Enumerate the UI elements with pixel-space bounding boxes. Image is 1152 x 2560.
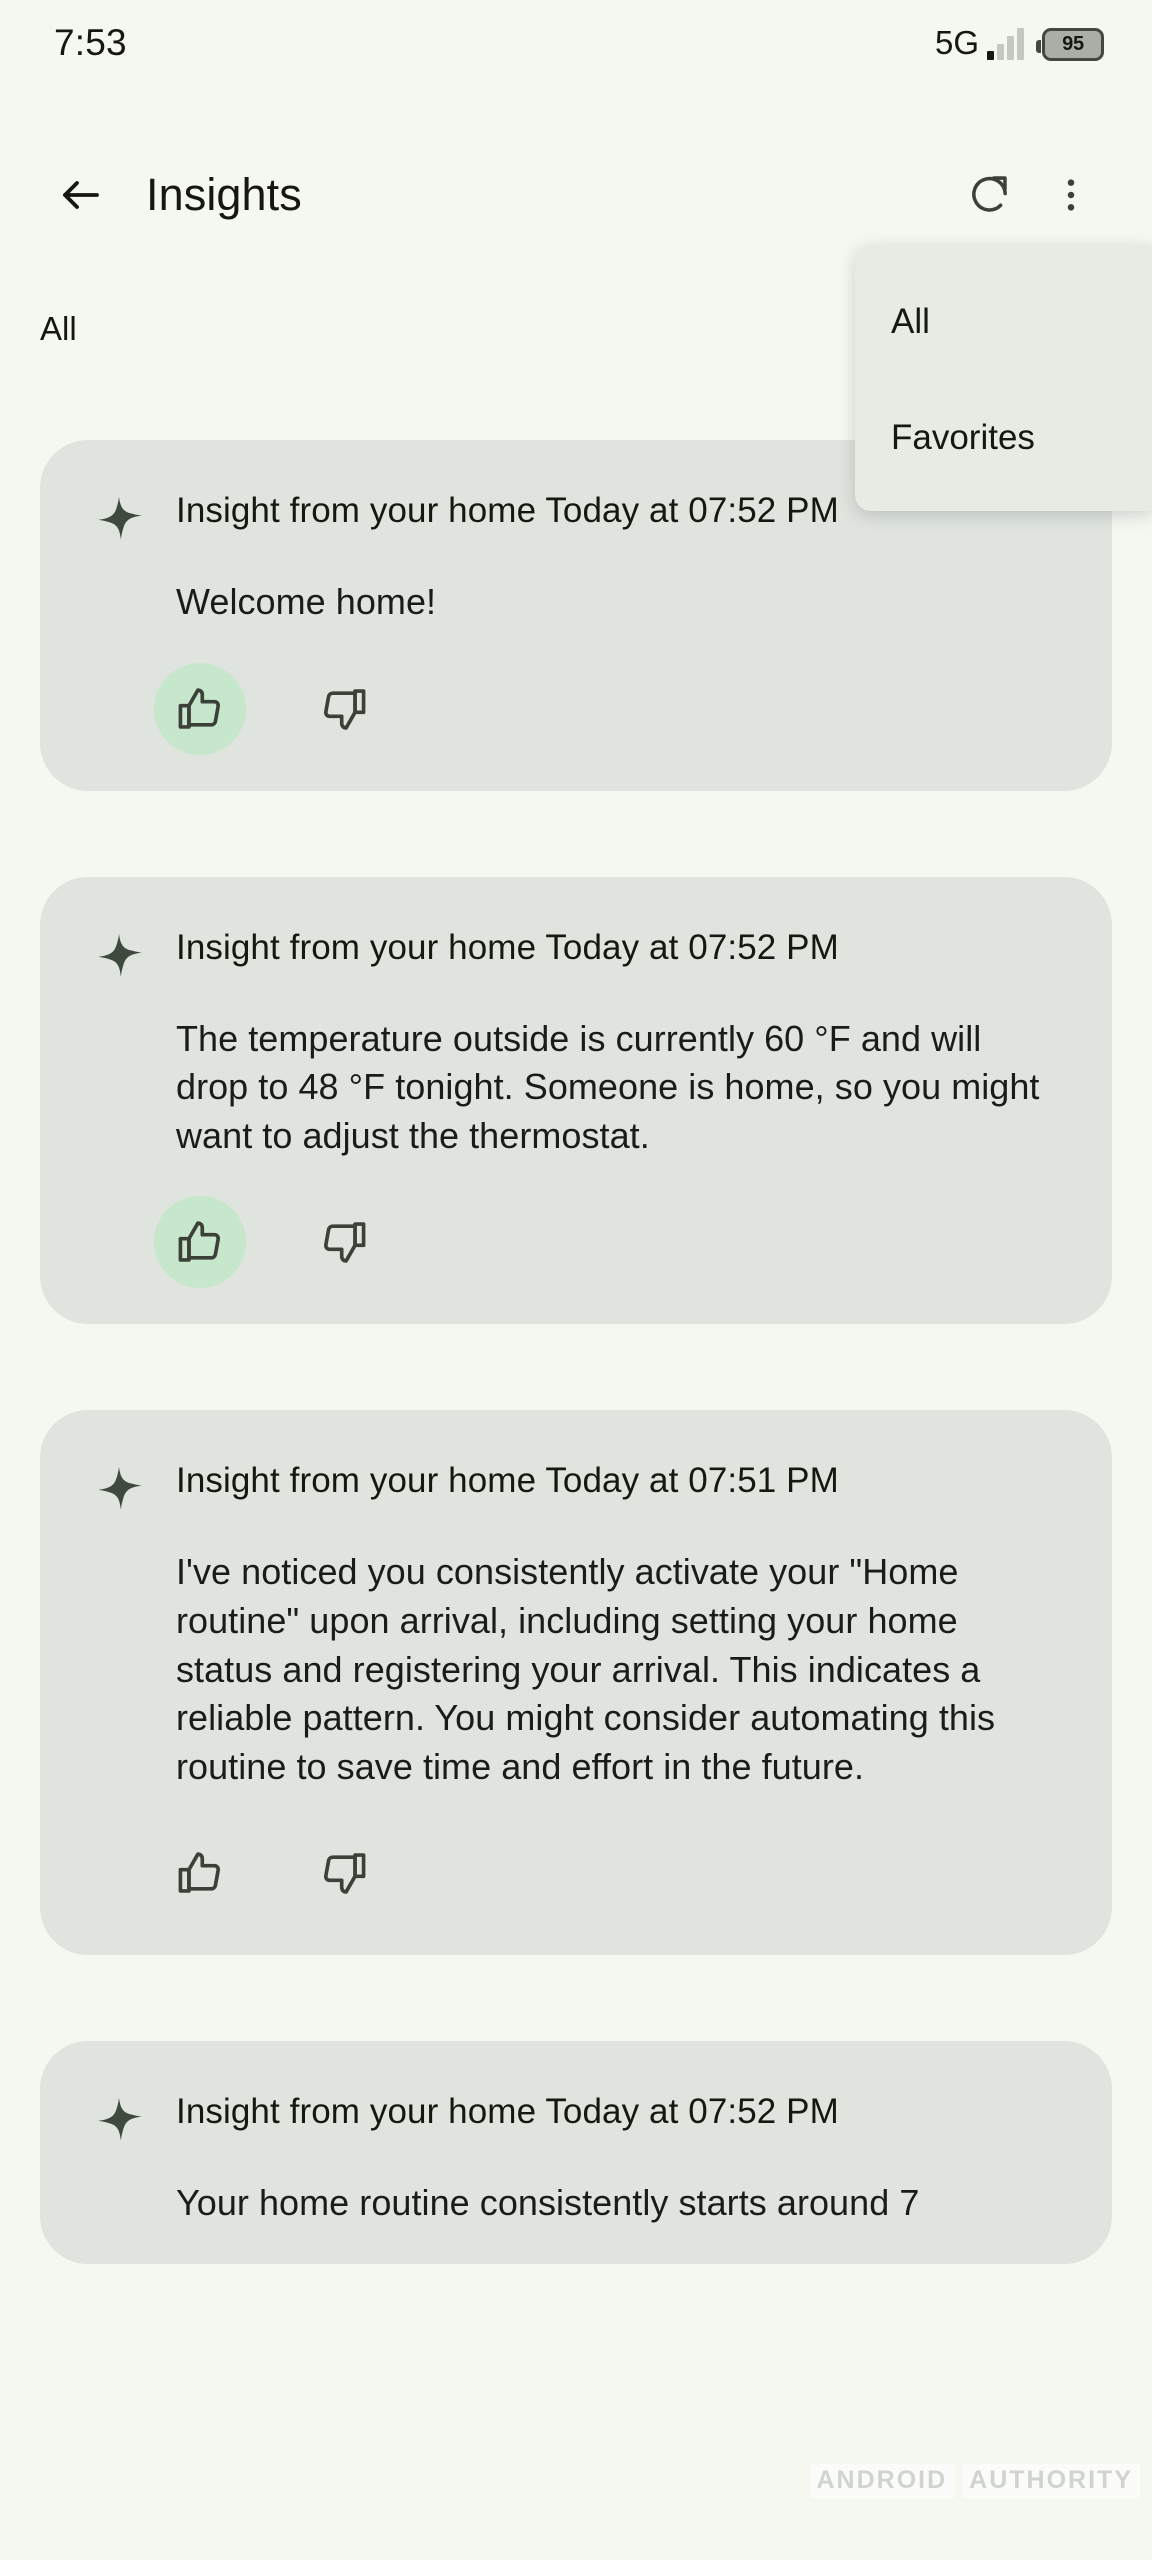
watermark-part-authority: AUTHORITY: [962, 2464, 1140, 2498]
insight-card-header: Insight from your home Today at 07:51 PM: [92, 1460, 1060, 1518]
insight-card[interactable]: Insight from your home Today at 07:52 PM…: [40, 876, 1112, 1325]
watermark-part-android: ANDROID: [809, 2464, 955, 2498]
network-type-label: 5G: [934, 23, 979, 61]
menu-item-all[interactable]: All: [855, 279, 1152, 365]
feedback-controls: [154, 662, 1060, 755]
insight-card-title: Insight from your home Today at 07:51 PM: [176, 1461, 839, 1501]
back-arrow-icon[interactable]: [40, 154, 122, 236]
overflow-menu[interactable]: All Favorites: [855, 245, 1152, 511]
battery-icon: 95: [1036, 27, 1104, 61]
status-bar: 7:53 5G 95: [0, 0, 1152, 86]
thumb-down-icon[interactable]: [298, 663, 390, 755]
feedback-controls: [154, 1196, 1060, 1289]
insights-list[interactable]: Insight from your home Today at 07:52 PM…: [0, 440, 1152, 2560]
insight-card-body: The temperature outside is currently 60 …: [176, 1017, 1040, 1156]
more-vertical-icon[interactable]: [1030, 154, 1112, 236]
sparkle-icon: [92, 2095, 146, 2149]
watermark: ANDROID AUTHORITY: [809, 2464, 1140, 2498]
thumb-down-icon[interactable]: [298, 1196, 390, 1288]
sparkle-icon: [92, 1464, 146, 1518]
thumb-up-icon[interactable]: [154, 1827, 246, 1919]
insight-card-body: Welcome home!: [176, 581, 437, 622]
battery-level-label: 95: [1062, 32, 1084, 55]
status-time: 7:53: [54, 22, 127, 63]
menu-item-favorites[interactable]: Favorites: [855, 395, 1152, 481]
bottom-scrim: [0, 2494, 1152, 2560]
insight-card-title: Insight from your home Today at 07:52 PM: [176, 927, 839, 967]
insight-card-body: Your home routine consistently starts ar…: [176, 2182, 920, 2224]
insight-card-title: Insight from your home Today at 07:52 PM: [176, 491, 839, 530]
sparkle-icon: [92, 931, 146, 985]
signal-bars-icon: [987, 27, 1024, 60]
status-indicators: 5G 95: [935, 26, 1104, 61]
feedback-controls: [154, 1827, 1060, 1919]
insight-card-title: Insight from your home Today at 07:52 PM: [176, 2092, 839, 2132]
insight-card-header: Insight from your home Today at 07:52 PM: [92, 2091, 1060, 2149]
app-bar: Insights: [0, 140, 1152, 250]
insight-card-body: I've noticed you consistently activate y…: [176, 1551, 996, 1787]
filter-label[interactable]: All: [40, 310, 77, 348]
sparkle-icon: [92, 494, 146, 548]
thumb-up-icon[interactable]: [154, 662, 246, 755]
page-title: Insights: [146, 169, 302, 220]
thumb-down-icon[interactable]: [298, 1827, 390, 1919]
thumb-up-icon[interactable]: [154, 1196, 246, 1289]
insight-card[interactable]: Insight from your home Today at 07:52 PM…: [40, 2041, 1112, 2264]
insight-card-header: Insight from your home Today at 07:52 PM: [92, 927, 1060, 985]
refresh-icon[interactable]: [948, 154, 1030, 236]
insight-card[interactable]: Insight from your home Today at 07:51 PM…: [40, 1410, 1112, 1956]
